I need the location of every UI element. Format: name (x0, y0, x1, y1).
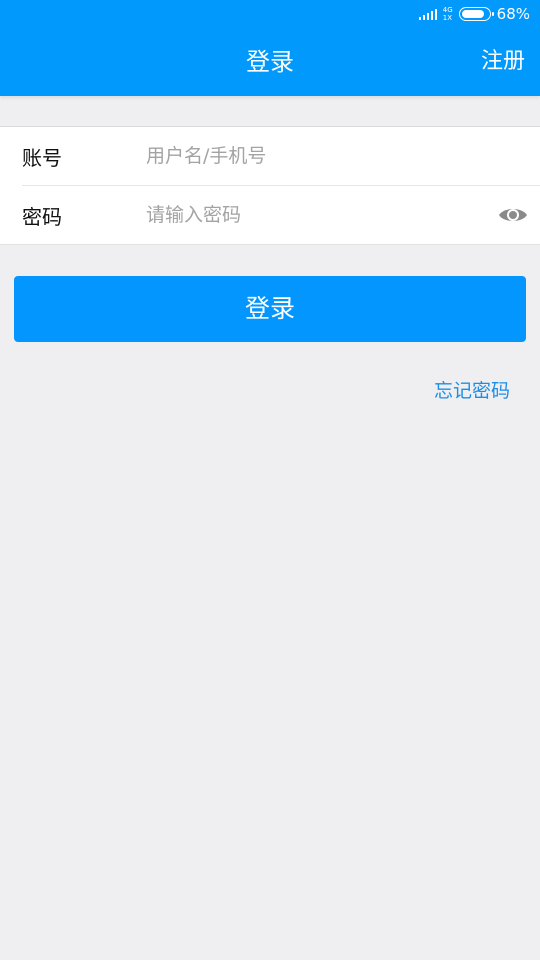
battery-fill (461, 10, 484, 18)
eye-icon[interactable] (498, 205, 528, 225)
login-button[interactable]: 登录 (14, 276, 526, 342)
status-indicators: 4G 1X 68% (418, 5, 530, 23)
password-label: 密码 (22, 204, 62, 229)
battery-icon (458, 7, 494, 21)
password-row: 密码 (22, 185, 540, 244)
status-bar: 4G 1X 68% (0, 0, 540, 32)
page-title: 登录 (246, 48, 294, 76)
register-button[interactable]: 注册 (481, 32, 525, 92)
network-type-top: 4G (442, 6, 453, 14)
title-bar: 登录 注册 (0, 32, 540, 96)
account-label: 账号 (22, 145, 62, 170)
password-input[interactable] (146, 204, 476, 226)
account-row: 账号 (0, 127, 540, 185)
account-input[interactable] (146, 145, 476, 167)
signal-icon (418, 8, 437, 20)
network-type-bottom: 1X (442, 14, 453, 22)
battery-percent: 68% (496, 5, 530, 23)
login-form: 账号 密码 (0, 126, 540, 245)
network-type: 4G 1X (443, 6, 453, 22)
login-screen: 4G 1X 68% 登录 注册 账号 密码 登录 忘记密码 (0, 0, 540, 960)
forgot-password-link[interactable]: 忘记密码 (434, 376, 510, 403)
